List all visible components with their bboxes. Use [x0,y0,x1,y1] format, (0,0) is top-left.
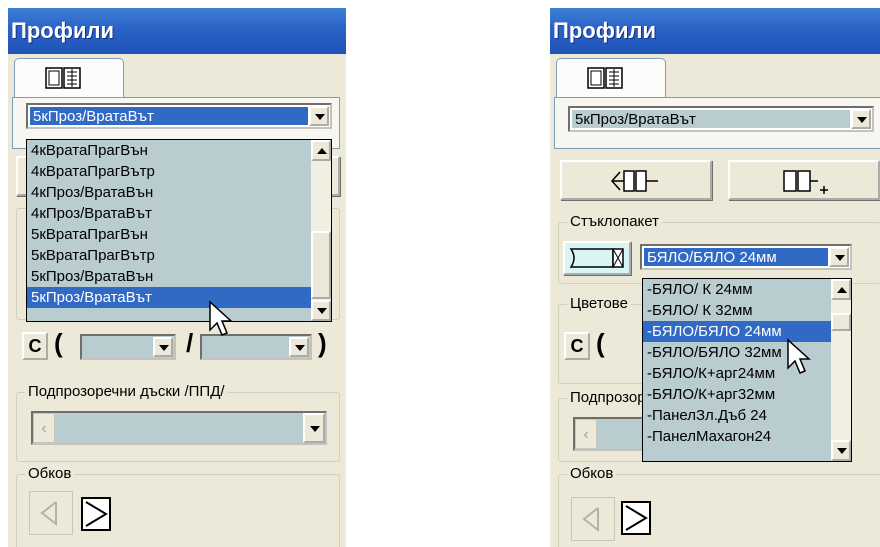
sills-group: Подпрозоречни дъски /ППД/ ‹ [16,383,340,462]
sills-left-arrow[interactable]: ‹ [33,413,55,443]
sash-button[interactable] [81,497,111,531]
scroll-thumb[interactable] [311,231,331,299]
scroll-down-button[interactable] [311,300,331,321]
hardware-arrow-icon [40,501,57,527]
hardware-group: Обков [558,465,880,547]
list-item[interactable]: -ПанелМахагон24 [643,426,851,447]
list-item[interactable]: 4кВратаПрагВътр [27,161,331,182]
glass-unit-button[interactable] [563,241,631,275]
sills-combo[interactable]: ‹ [31,411,327,445]
color-c-button[interactable]: C [22,332,48,360]
hardware-group-label: Обков [567,465,617,483]
list-item[interactable]: -БЯЛО/БЯЛО 32мм [643,342,851,363]
sills-left-arrow[interactable]: ‹ [575,419,597,449]
glass-combo-dropdown-button[interactable] [829,247,849,267]
right-profiles-panel: Профили 5кПроз/ВратаВът Стъклопакет БЯЛО… [550,8,880,547]
profile-combo-value: 5кПроз/ВратаВът [572,110,850,128]
list-item[interactable]: 4кПроз/ВратаВън [27,182,331,203]
glass-unit-icon [569,248,624,268]
list-item[interactable]: -БЯЛО/ К 24мм [643,279,851,300]
hardware-arrow-button[interactable] [571,497,615,541]
profile-combo-value: 5кПроз/ВратаВът [30,107,308,125]
glass-list-items: -БЯЛО/ К 24мм -БЯЛО/ К 32мм -БЯЛО/БЯЛО 24м… [643,279,851,447]
glass-combo-value: БЯЛО/БЯЛО 24мм [644,248,828,266]
profile-combo-dropdown-button[interactable] [851,109,871,129]
list-item[interactable]: 5кПроз/ВратаВът [27,287,331,308]
profile-tab[interactable] [14,58,124,98]
color-outside-combo[interactable] [80,334,176,360]
list-item[interactable]: -БЯЛО/К+арг32мм [643,384,851,405]
scroll-down-button[interactable] [831,440,851,461]
mouse-cursor-icon [787,338,811,374]
glass-list-scrollbar[interactable] [831,279,851,461]
sills-combo[interactable]: ‹ [573,417,643,451]
panel-title: Профили [8,8,346,54]
hardware-arrow-button[interactable] [29,491,73,535]
color-paren-close: ) [318,328,327,358]
list-item[interactable]: 4кВратаПрагВън [27,140,331,161]
glass-combo[interactable]: БЯЛО/БЯЛО 24мм [640,244,852,270]
profile-tab[interactable] [556,58,666,98]
list-item[interactable]: -БЯЛО/К+арг24мм [643,363,851,384]
color-slash: / [186,328,194,358]
profile-combo[interactable]: 5кПроз/ВратаВът [568,106,874,132]
sash-triangle-icon [85,501,108,527]
list-item[interactable]: 5кВратаПрагВън [27,224,331,245]
sash-triangle-icon [625,505,648,531]
list-item[interactable]: 4кПроз/ВратаВът [27,203,331,224]
profile-list-items: 4кВратаПрагВън 4кВратаПрагВътр 4кПроз/Врат… [27,140,331,308]
list-item[interactable]: -ПанелЗл.Дъб 24 [643,405,851,426]
color-inside-dropdown-button[interactable] [289,337,309,357]
scroll-up-button[interactable] [831,279,851,300]
colors-group-label: Цветове [567,295,631,313]
scroll-thumb[interactable] [831,313,851,331]
sills-group: Подпрозоречни дъски /ППД/ ‹ [558,389,651,462]
list-item[interactable]: -БЯЛО/БЯЛО 24мм [643,321,851,342]
color-paren-open: ( [596,328,605,358]
sills-dropdown-button[interactable] [303,413,325,443]
profile-tab-icon [45,67,81,89]
list-item[interactable]: -БЯЛО/ К 32мм [643,300,851,321]
swap-profile-button[interactable] [560,160,712,200]
panel-title: Профили [550,8,880,54]
profile-combo[interactable]: 5кПроз/ВратаВът [26,103,332,129]
mouse-cursor-icon [209,300,233,336]
profile-list-scrollbar[interactable] [311,140,331,321]
color-outside-dropdown-button[interactable] [153,337,173,357]
list-item[interactable]: 5кПроз/ВратаВън [27,266,331,287]
sash-button[interactable] [621,501,651,535]
hardware-group: Обков [16,465,340,547]
add-profile-button[interactable] [728,160,880,200]
swap-profile-icon [610,170,658,192]
hardware-group-label: Обков [25,465,75,483]
glass-group-label: Стъклопакет [567,213,662,231]
list-item[interactable]: 5кВратаПрагВътр [27,245,331,266]
color-paren-open: ( [54,328,63,358]
sills-group-label: Подпрозоречни дъски /ППД/ [567,389,651,407]
color-c-button[interactable]: C [564,332,590,360]
glass-dropdown-list[interactable]: -БЯЛО/ К 24мм -БЯЛО/ К 32мм -БЯЛО/БЯЛО 24м… [642,278,852,462]
hardware-arrow-icon [582,507,599,533]
scroll-up-button[interactable] [311,140,331,161]
profile-dropdown-list[interactable]: 4кВратаПрагВън 4кВратаПрагВътр 4кПроз/Врат… [26,139,332,322]
profile-combo-dropdown-button[interactable] [309,106,329,126]
sills-group-label: Подпрозоречни дъски /ППД/ [25,383,228,401]
add-profile-icon [783,170,828,194]
left-profiles-panel: Профили 5кПроз/ВратаВът C ( / ) 4кВратаП… [8,8,346,547]
profile-tab-icon [587,67,623,89]
